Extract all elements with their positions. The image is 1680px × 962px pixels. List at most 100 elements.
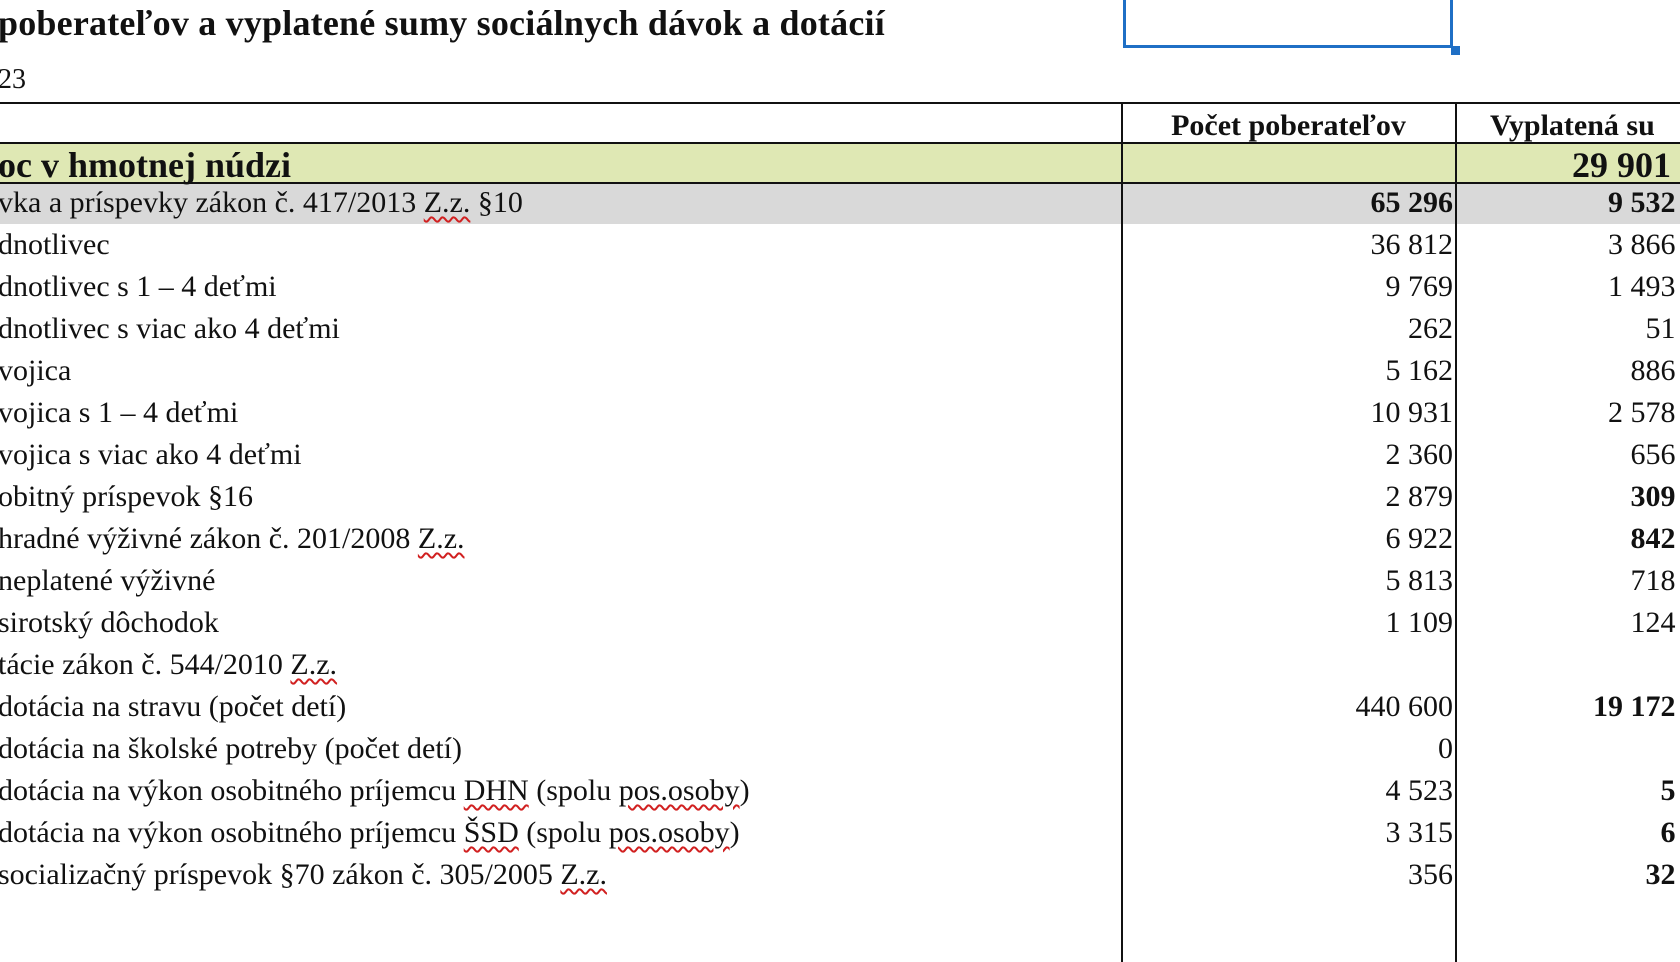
- label-text: §10: [470, 186, 523, 219]
- column-divider-count: [1121, 102, 1123, 962]
- row-label[interactable]: dnotlivec: [0, 223, 1116, 267]
- label-text: oc v hmotnej núdzi: [0, 145, 292, 185]
- spellcheck-word: pos.osoby: [608, 816, 730, 849]
- section-bottom-border: [0, 182, 1680, 184]
- row-sum[interactable]: 842 3: [1458, 517, 1680, 561]
- row-sum[interactable]: 9 532 9: [1458, 181, 1680, 225]
- row-sum[interactable]: 718 0: [1458, 559, 1680, 603]
- label-text: dotácia na výkon osobitného príjemcu: [0, 816, 464, 849]
- table-row: dnotlivec s 1 – 4 deťmi 9 7691 493 7: [0, 265, 1680, 309]
- row-count[interactable]: 10 931: [1124, 391, 1454, 435]
- row-count[interactable]: 356: [1124, 853, 1453, 897]
- table-top-border: [0, 102, 1680, 104]
- row-label[interactable]: dotácia na školské potreby (počet detí): [0, 727, 1116, 771]
- row-count[interactable]: 262: [1124, 307, 1453, 351]
- row-sum[interactable]: 5 4: [1458, 769, 1680, 813]
- row-sum[interactable]: 32 2: [1458, 853, 1680, 897]
- spellcheck-word: Z.z.: [560, 858, 607, 891]
- label-text: (spolu: [528, 774, 619, 807]
- spellcheck-word: Z.z.: [417, 522, 465, 555]
- label-text: sirotský dôchodok: [0, 606, 219, 639]
- row-sum[interactable]: 51 5: [1458, 307, 1680, 351]
- label-text: neplatené výživné: [0, 564, 216, 597]
- table-row: tácie zákon č. 544/2010 Z.z.: [0, 643, 1680, 687]
- row-label[interactable]: dotácia na výkon osobitného príjemcu ŠSD…: [0, 811, 1116, 855]
- row-label[interactable]: socializačný príspevok §70 zákon č. 305/…: [0, 853, 1116, 897]
- table-row: dnotlivec 36 8123 866 7: [0, 223, 1680, 267]
- row-sum[interactable]: 19 172 2: [1458, 685, 1680, 729]
- label-text: dnotlivec s viac ako 4 deťmi: [0, 312, 340, 345]
- spellcheck-word: DHN: [463, 774, 529, 807]
- label-text: obitný príspevok §16: [0, 480, 253, 513]
- column-divider-sum: [1455, 102, 1457, 962]
- selected-cell[interactable]: [1123, 0, 1453, 48]
- row-label[interactable]: sirotský dôchodok: [0, 601, 1116, 645]
- row-label[interactable]: vojica s 1 – 4 deťmi: [0, 391, 1116, 435]
- row-sum[interactable]: 6 2: [1458, 811, 1680, 855]
- document-title: poberateľov a vyplatené sumy sociálnych …: [0, 3, 885, 43]
- label-text: dnotlivec: [0, 228, 110, 261]
- label-text: hradné výživné zákon č. 201/2008: [0, 522, 418, 555]
- row-label[interactable]: obitný príspevok §16: [0, 475, 1116, 519]
- label-text: (spolu: [518, 816, 609, 849]
- fill-handle[interactable]: [1451, 46, 1460, 55]
- row-label[interactable]: tácie zákon č. 544/2010 Z.z.: [0, 643, 1116, 687]
- spellcheck-word: pos.osoby: [618, 774, 740, 807]
- row-sum[interactable]: 124 2: [1458, 601, 1680, 645]
- row-count[interactable]: 2 360: [1124, 433, 1454, 477]
- row-count[interactable]: 9 769: [1124, 265, 1454, 309]
- row-count[interactable]: 0: [1124, 727, 1453, 771]
- spellcheck-word: Z.z.: [290, 648, 338, 681]
- row-sum[interactable]: 3 866 7: [1458, 223, 1680, 267]
- row-sum[interactable]: 1 493 7: [1458, 265, 1680, 309]
- row-count[interactable]: 1 109: [1124, 601, 1454, 645]
- document-subtitle: 23: [0, 64, 26, 95]
- row-count[interactable]: 36 812: [1124, 223, 1454, 267]
- row-label[interactable]: neplatené výživné: [0, 559, 1116, 603]
- row-count[interactable]: 5 162: [1124, 349, 1454, 393]
- row-label[interactable]: vka a príspevky zákon č. 417/2013 Z.z. §…: [0, 181, 1116, 225]
- row-label[interactable]: dotácia na stravu (počet detí): [0, 685, 1116, 729]
- spellcheck-word: Z.z.: [423, 186, 471, 219]
- table-row: sirotský dôchodok 1 109124 2: [0, 601, 1680, 645]
- header-bottom-border: [0, 142, 1680, 144]
- row-sum[interactable]: 886 4: [1458, 349, 1680, 393]
- label-text: socializačný príspevok §70 zákon č. 305/…: [0, 858, 561, 891]
- row-label[interactable]: dnotlivec s viac ako 4 deťmi: [0, 307, 1116, 351]
- table-row: dotácia na školské potreby (počet detí) 0: [0, 727, 1680, 771]
- row-count[interactable]: 3 315: [1124, 811, 1454, 855]
- label-text: dotácia na výkon osobitného príjemcu: [0, 774, 464, 807]
- row-sum[interactable]: 2 578 2: [1458, 391, 1680, 435]
- row-count[interactable]: 65 296: [1124, 181, 1454, 225]
- label-text: vojica: [0, 354, 72, 387]
- row-label[interactable]: hradné výživné zákon č. 201/2008 Z.z.: [0, 517, 1116, 561]
- label-text: vojica s viac ako 4 deťmi: [0, 438, 302, 471]
- row-label[interactable]: vojica s viac ako 4 deťmi: [0, 433, 1116, 477]
- row-count[interactable]: 440 600: [1124, 685, 1454, 729]
- label-text: vojica s 1 – 4 deťmi: [0, 396, 239, 429]
- table-row: dotácia na stravu (počet detí) 440 600 19 …: [0, 685, 1680, 729]
- table-row: dotácia na výkon osobitného príjemcu ŠSD…: [0, 811, 1680, 855]
- row-sum[interactable]: 656 2: [1458, 433, 1680, 477]
- data-table: Počet poberateľov Vyplatená su oc v hmot…: [0, 102, 1680, 962]
- table-row: vojica 5 162886 4: [0, 349, 1680, 393]
- table-row: dnotlivec s viac ako 4 deťmi 26251 5: [0, 307, 1680, 351]
- table-row: dotácia na výkon osobitného príjemcu DHN…: [0, 769, 1680, 813]
- row-label[interactable]: dotácia na výkon osobitného príjemcu DHN…: [0, 769, 1116, 813]
- row-count[interactable]: 4 523: [1124, 769, 1454, 813]
- table-row: neplatené výživné 5 813718 0: [0, 559, 1680, 603]
- row-label[interactable]: dnotlivec s 1 – 4 deťmi: [0, 265, 1116, 309]
- table-row: socializačný príspevok §70 zákon č. 305/…: [0, 853, 1680, 897]
- label-text: tácie zákon č. 544/2010: [0, 648, 291, 681]
- row-count[interactable]: 6 922: [1124, 517, 1454, 561]
- group-row: vka a príspevky zákon č. 417/2013 Z.z. §…: [0, 181, 1680, 225]
- label-text: dotácia na stravu (počet detí): [0, 690, 347, 723]
- row-label[interactable]: vojica: [0, 349, 1116, 393]
- row-count[interactable]: 5 813: [1124, 559, 1454, 603]
- table-row: vojica s 1 – 4 deťmi 10 9312 578 2: [0, 391, 1680, 435]
- row-sum[interactable]: 309 9: [1458, 475, 1680, 519]
- table-row: hradné výživné zákon č. 201/2008 Z.z. 6 9…: [0, 517, 1680, 561]
- spellcheck-word: ŠSD: [463, 816, 519, 849]
- row-count[interactable]: 2 879: [1124, 475, 1454, 519]
- label-text: ): [729, 816, 740, 849]
